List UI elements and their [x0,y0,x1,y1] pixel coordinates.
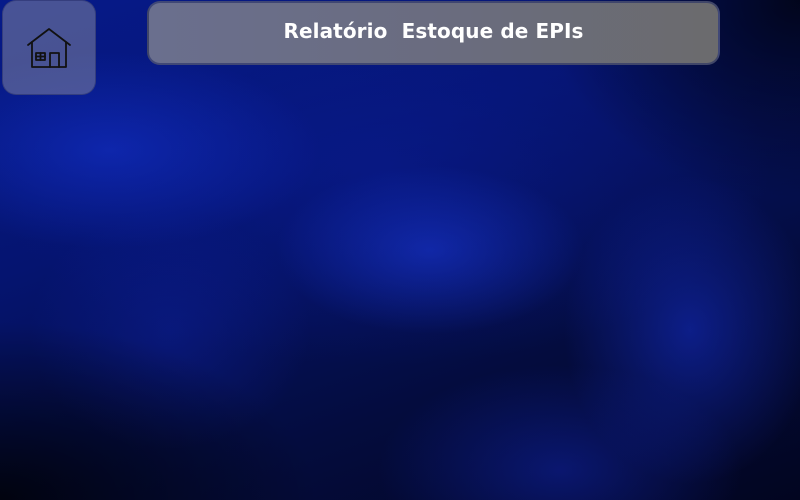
page-title: Relatório Estoque de EPIs [283,19,584,43]
background-shade [0,320,320,500]
home-button[interactable] [2,0,96,95]
home-icon [25,24,73,72]
title-bar: Relatório Estoque de EPIs [147,1,720,65]
